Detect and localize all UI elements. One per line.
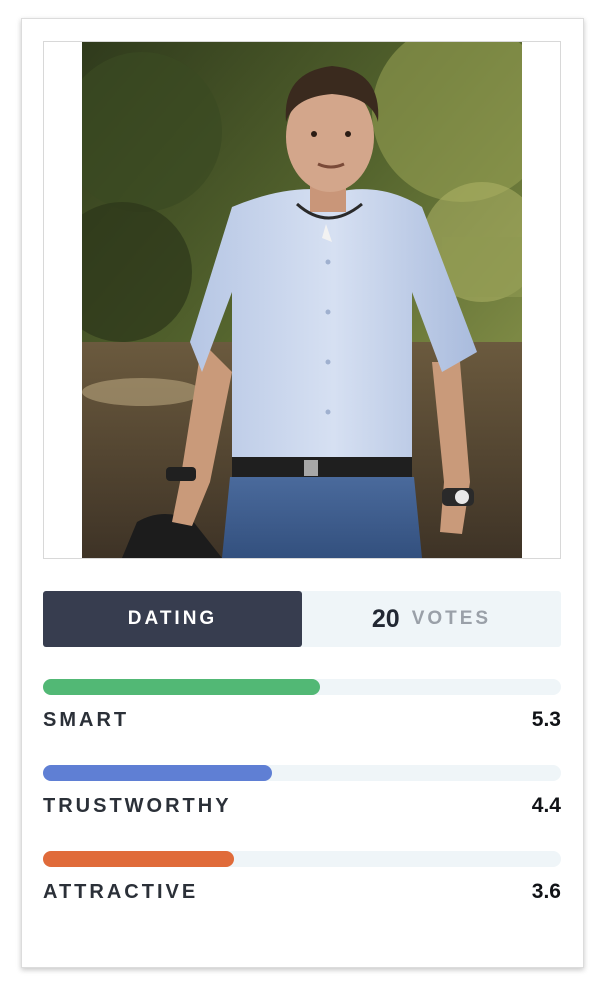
progress-fill [43,851,234,867]
metric-value: 3.6 [531,880,561,903]
metric-label: SMART [43,709,130,731]
metric-value: 5.3 [531,708,561,731]
votes-label: VOTES [411,608,492,629]
metric-smart: SMART 5.3 [43,679,561,739]
metric-trustworthy: TRUSTWORTHY 4.4 [43,765,561,825]
progress-track [43,679,561,695]
metric-label: TRUSTWORTHY [43,795,232,817]
rating-card: DATING 20 VOTES SMART 5.3 TRUSTWORTHY 4.… [21,18,584,968]
tab-dating[interactable]: DATING [43,591,302,647]
votes-summary: 20 VOTES [302,591,561,647]
progress-track [43,851,561,867]
progress-fill [43,765,273,781]
profile-photo [82,42,522,558]
metric-attractive: ATTRACTIVE 3.6 [43,851,561,911]
votes-count: 20 [371,604,400,633]
progress-track [43,765,561,781]
photo-frame [43,41,561,559]
category-tabbar: DATING 20 VOTES [43,591,561,647]
metric-value: 4.4 [531,794,561,817]
progress-fill [43,679,321,695]
metric-label: ATTRACTIVE [43,881,199,903]
